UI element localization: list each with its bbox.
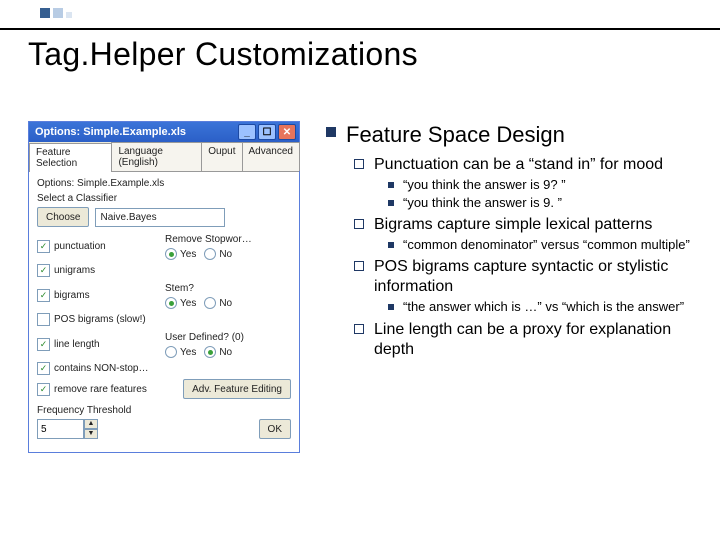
user-defined-label: User Defined? (0) [165,332,291,343]
slide-title: Tag.Helper Customizations [28,36,692,73]
classifier-label: Select a Classifier [37,193,291,204]
check-punctuation[interactable]: ✓punctuation [37,232,163,260]
choose-button[interactable]: Choose [37,207,89,227]
check-unigrams[interactable]: ✓unigrams [37,264,163,277]
frequency-threshold-input[interactable] [37,419,84,439]
bullet-open-square-icon [354,324,364,334]
remove-stopwords-label: Remove Stopwor… [165,234,291,245]
close-icon[interactable]: ✕ [278,124,296,140]
check-line-length[interactable]: ✓line length [37,330,163,358]
tab-advanced[interactable]: Advanced [242,142,300,171]
stem-label: Stem? [165,283,291,294]
bullet-open-square-icon [354,219,364,229]
header-rule [0,28,720,30]
ok-button[interactable]: OK [259,419,291,439]
classifier-select[interactable]: Naive.Bayes [95,208,225,227]
check-remove-rare[interactable]: ✓remove rare features [37,379,163,399]
bullet-l2: Line length can be a proxy for explanati… [354,320,692,360]
stopwords-radio[interactable]: YesNo [165,248,291,260]
bullet-l3: “common denominator” versus “common mult… [388,237,692,253]
check-contains-nonstop[interactable]: ✓contains NON-stop… [37,362,163,375]
bullet-small-square-icon [388,182,394,188]
window-title: Options: Simple.Example.xls [35,126,186,138]
bullet-small-square-icon [388,242,394,248]
tab-feature-selection[interactable]: Feature Selection [29,143,112,172]
slide: Tag.Helper Customizations Options: Simpl… [0,0,720,540]
stem-radio[interactable]: YesNo [165,297,291,309]
window-titlebar: Options: Simple.Example.xls _ ☐ ✕ [29,122,299,142]
bullet-l2: Bigrams capture simple lexical patterns [354,215,692,235]
bullet-l1: Feature Space Design [326,121,692,149]
tab-output[interactable]: Ouput [201,142,242,171]
bullet-open-square-icon [354,261,364,271]
minimize-icon[interactable]: _ [238,124,256,140]
tab-language[interactable]: Language (English) [111,142,202,171]
bullet-l3: “you think the answer is 9? ” [388,177,692,193]
window-subtitle: Options: Simple.Example.xls [37,178,291,189]
frequency-threshold-spinner[interactable]: ▲▼ [37,419,131,439]
bullet-small-square-icon [388,304,394,310]
tab-bar: Feature Selection Language (English) Oup… [29,142,299,172]
bullet-l2: Punctuation can be a “stand in” for mood [354,155,692,175]
corner-decoration [40,8,72,18]
options-window: Options: Simple.Example.xls _ ☐ ✕ Featur… [28,121,300,453]
bullet-square-icon [326,127,336,137]
bullet-small-square-icon [388,200,394,206]
check-pos-bigrams[interactable]: POS bigrams (slow!) [37,313,163,326]
user-defined-radio[interactable]: YesNo [165,346,291,358]
check-bigrams[interactable]: ✓bigrams [37,281,163,309]
adv-feature-editing-button[interactable]: Adv. Feature Editing [183,379,291,399]
bullet-l3: “you think the answer is 9. ” [388,195,692,211]
bullet-l2: POS bigrams capture syntactic or stylist… [354,257,692,297]
bullet-l3: “the answer which is …” vs “which is the… [388,299,692,315]
bullet-open-square-icon [354,159,364,169]
frequency-threshold-label: Frequency Threshold [37,405,131,416]
maximize-icon[interactable]: ☐ [258,124,276,140]
